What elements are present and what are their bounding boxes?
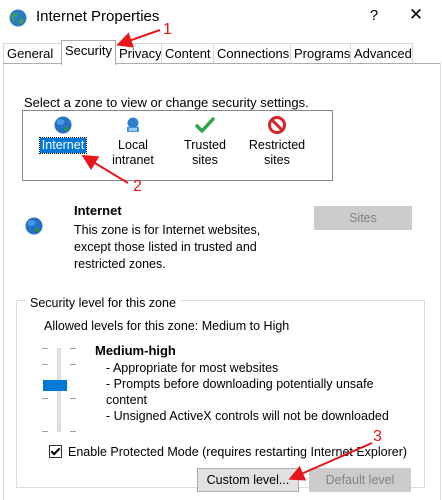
- custom-level-button[interactable]: Custom level...: [197, 468, 299, 492]
- protected-mode-label: Enable Protected Mode (requires restarti…: [68, 445, 408, 459]
- close-button[interactable]: ✕: [404, 5, 428, 25]
- protected-mode-checkbox[interactable]: [49, 445, 62, 458]
- slider-tick: [42, 431, 48, 432]
- security-level-legend: Security level for this zone: [26, 296, 180, 310]
- slider-tick: [70, 364, 76, 365]
- tab-advanced[interactable]: Advanced: [350, 43, 413, 63]
- globe-icon: [54, 116, 72, 134]
- slider-tick: [70, 431, 76, 432]
- window-title: Internet Properties: [36, 8, 160, 25]
- zone-restricted-label-2: sites: [264, 153, 290, 167]
- tab-connections[interactable]: Connections: [213, 43, 291, 63]
- tab-privacy[interactable]: Privacy: [115, 43, 162, 63]
- zone-info-description: This zone is for Internet websites, exce…: [74, 222, 304, 273]
- default-level-button[interactable]: Default level: [309, 468, 411, 492]
- slider-tick: [70, 398, 76, 399]
- zone-restricted-label-1: Restricted: [248, 138, 306, 152]
- zone-internet-label: Internet: [38, 137, 88, 154]
- help-button[interactable]: ?: [366, 7, 382, 24]
- annotation-number-3: 3: [373, 428, 382, 445]
- tab-general[interactable]: General: [3, 43, 62, 63]
- intranet-icon: [127, 117, 139, 132]
- slider-tick: [70, 348, 76, 349]
- protected-mode-row[interactable]: Enable Protected Mode (requires restarti…: [49, 445, 407, 459]
- check-icon: [195, 117, 215, 133]
- level-description-line: - Appropriate for most websites: [106, 361, 279, 375]
- zone-info-title: Internet: [74, 203, 122, 218]
- zone-trusted-label-2: sites: [192, 153, 218, 167]
- annotation-number-2: 2: [133, 178, 142, 195]
- security-slider-thumb[interactable]: [43, 380, 67, 391]
- zone-internet[interactable]: Internet: [29, 115, 97, 154]
- zone-local-intranet[interactable]: Local intranet: [99, 115, 167, 168]
- slider-tick: [42, 364, 48, 365]
- restricted-icon: [268, 116, 286, 134]
- internet-properties-icon: [9, 9, 27, 27]
- zone-desc-line: restricted zones.: [74, 257, 166, 271]
- zone-desc-line: except those listed in trusted and: [74, 240, 257, 254]
- zone-trusted-sites[interactable]: Trusted sites: [171, 115, 239, 168]
- security-level-name: Medium-high: [95, 343, 176, 358]
- sites-button[interactable]: Sites: [314, 206, 412, 230]
- zone-list: Internet Local intranet Trusted sites Re…: [22, 110, 333, 181]
- annotation-number-1: 1: [163, 21, 172, 38]
- zone-prompt: Select a zone to view or change security…: [24, 95, 309, 110]
- zone-local-intranet-label-2: intranet: [112, 153, 154, 167]
- zone-trusted-label-1: Trusted: [184, 138, 226, 152]
- slider-tick: [42, 398, 48, 399]
- level-description-line: content: [106, 393, 148, 407]
- tab-content[interactable]: Content: [161, 43, 214, 63]
- tab-strip: General Security Privacy Content Connect…: [0, 40, 442, 65]
- slider-tick: [42, 348, 48, 349]
- tab-security[interactable]: Security: [61, 40, 116, 65]
- allowed-levels-text: Allowed levels for this zone: Medium to …: [44, 319, 290, 333]
- tab-programs[interactable]: Programs: [290, 43, 351, 63]
- level-description-line: - Unsigned ActiveX controls will not be …: [106, 409, 389, 423]
- globe-icon: [25, 217, 43, 235]
- zone-desc-line: This zone is for Internet websites,: [74, 223, 261, 237]
- level-description-line: - Prompts before downloading potentially…: [106, 377, 374, 391]
- zone-local-intranet-label-1: Local: [118, 138, 148, 152]
- zone-restricted-sites[interactable]: Restricted sites: [243, 115, 311, 168]
